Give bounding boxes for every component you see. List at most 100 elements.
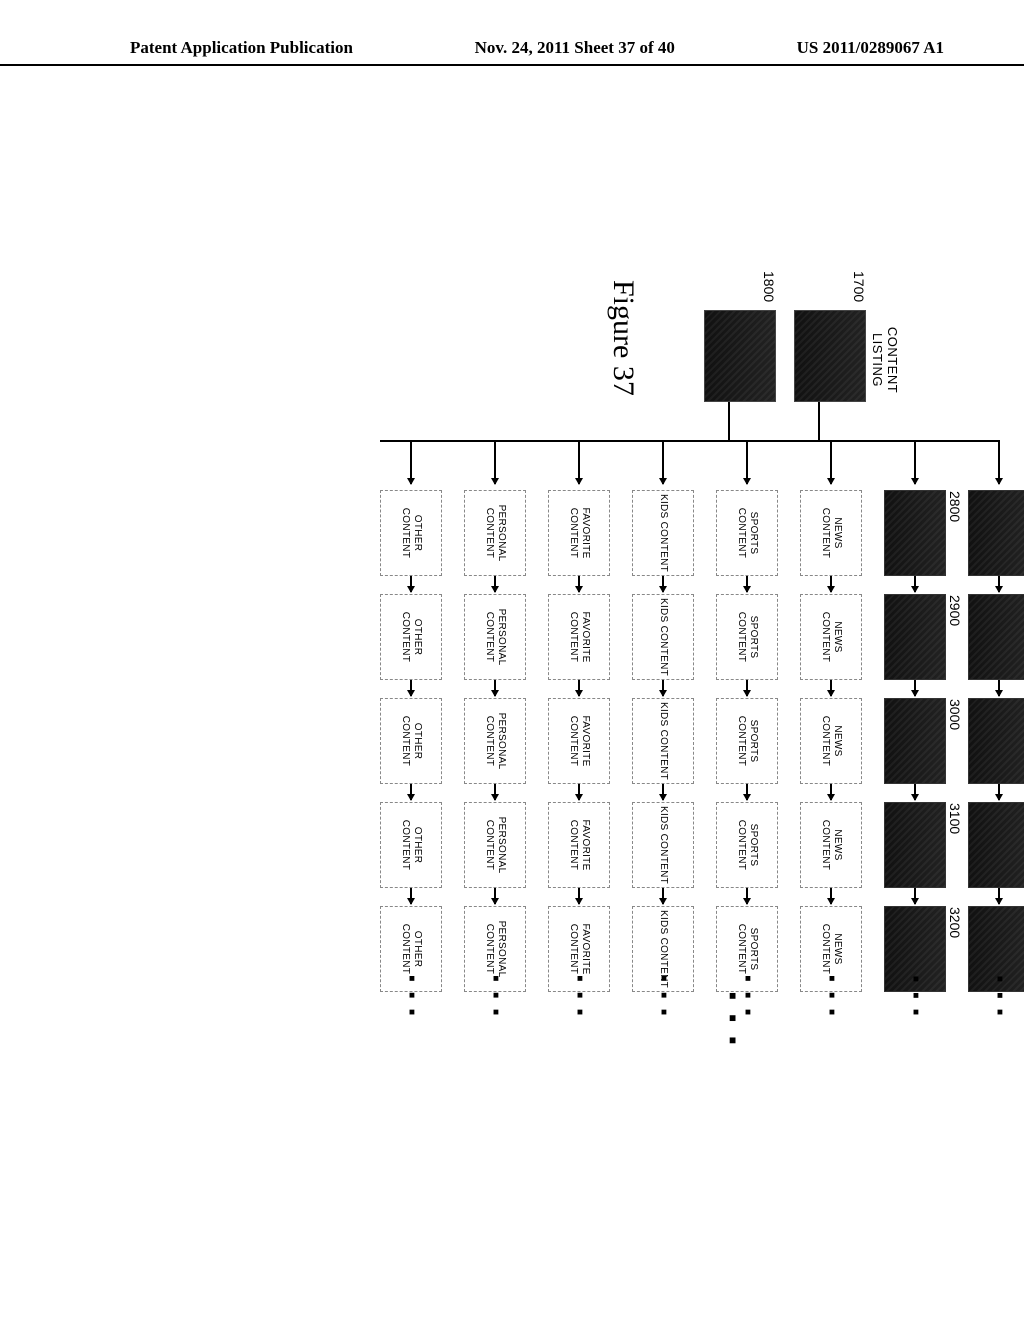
figure-diagram: CONTENT LISTING 1700 1800 Figure 37 ■ ■ … [0,310,1024,990]
thumb-cell: 3100 [884,802,946,888]
arrow-icon [494,576,496,592]
branch-row-3 [746,440,748,484]
row-ellipsis: ■ ■ ■ [910,976,921,1019]
row-ellipsis: ■ ■ ■ [405,975,417,1019]
row-ellipsis: ■ ■ ■ [573,975,585,1019]
category-cell: FAVORITE CONTENT [548,594,610,680]
root-box-bottom: 1800 [704,310,776,402]
arrow-icon [494,888,496,904]
thumb-cell: 2500■ ■ ■ [968,906,1024,992]
arrow-icon [746,888,748,904]
category-cell: OTHER CONTENT [380,698,442,784]
arrow-icon [410,680,412,696]
arrow-icon [410,784,412,800]
category-cell: FAVORITE CONTENT [548,490,610,576]
category-cell-label: PERSONAL CONTENT [483,595,507,679]
category-cell: KIDS CONTENT [632,594,694,680]
category-cell-label: PERSONAL CONTENT [483,803,507,887]
row-ellipsis: ■ ■ ■ [489,975,501,1019]
arrow-icon [998,784,1000,800]
category-cell: KIDS CONTENT [632,802,694,888]
arrow-icon [746,784,748,800]
category-cell-label: SPORTS CONTENT [735,491,759,575]
category-cell-label: FAVORITE CONTENT [567,803,591,887]
row-ellipsis: ■ ■ ■ [741,975,753,1019]
category-cell-label: OTHER CONTENT [399,491,423,575]
row-ellipsis: ■ ■ ■ [657,975,669,1019]
root-column: CONTENT LISTING 1700 1800 [704,310,900,410]
category-cell: OTHER CONTENT [380,802,442,888]
thumb-cell: 2900 [884,594,946,680]
thumb-cell: 2800 [884,490,946,576]
branch-row-7 [410,440,412,484]
category-cell: NEWS CONTENT■ ■ ■ [800,906,862,992]
thumb-cell: 2300 [968,698,1024,784]
category-cell: SPORTS CONTENT■ ■ ■ [716,906,778,992]
ref-number: 3000 [947,699,963,730]
category-cell-label: FAVORITE CONTENT [567,699,591,783]
arrow-icon [830,888,832,904]
branch-row-0 [998,440,1000,484]
category-cell-label: KIDS CONTENT [657,806,669,884]
category-cell: SPORTS CONTENT [716,594,778,680]
arrow-icon [998,888,1000,904]
arrow-icon [914,784,916,800]
category-cell: PERSONAL CONTENT [464,490,526,576]
ref-number: 3100 [947,803,963,834]
category-cell: PERSONAL CONTENT [464,802,526,888]
branch-row-2 [830,440,832,484]
figure-caption: Figure 37 [606,280,640,396]
arrow-icon [914,888,916,904]
arrow-icon [578,888,580,904]
category-cell: KIDS CONTENT [632,698,694,784]
header-center: Nov. 24, 2011 Sheet 37 of 40 [475,38,675,58]
category-cell-label: KIDS CONTENT [657,494,669,572]
spine-line [380,440,1000,442]
category-cell-label: NEWS CONTENT [819,699,843,783]
category-cell-label: KIDS CONTENT [657,598,669,676]
vertical-ellipsis: ■ ■ ■ [725,992,740,1050]
category-cell: FAVORITE CONTENT [548,802,610,888]
page-header: Patent Application Publication Nov. 24, … [0,38,1024,66]
spine-feed-2 [728,402,730,440]
category-cell: FAVORITE CONTENT [548,698,610,784]
arrow-icon [578,784,580,800]
category-cell: OTHER CONTENT [380,490,442,576]
category-cell: KIDS CONTENT [632,490,694,576]
category-cell: KIDS CONTENT■ ■ ■ [632,906,694,992]
branch-row-5 [578,440,580,484]
category-cell-label: FAVORITE CONTENT [567,491,591,575]
category-cell-label: PERSONAL CONTENT [483,491,507,575]
arrow-icon [746,576,748,592]
ref-number: 2900 [947,595,963,626]
thumb-cell: 3200■ ■ ■ [884,906,946,992]
branch-row-1 [914,440,916,484]
arrow-icon [830,576,832,592]
category-cell: PERSONAL CONTENT [464,594,526,680]
arrow-icon [830,784,832,800]
arrow-icon [494,784,496,800]
arrow-icon [578,576,580,592]
category-cell-label: OTHER CONTENT [399,699,423,783]
category-cell-label: KIDS CONTENT [657,702,669,780]
ref-number: 2800 [947,491,963,522]
category-cell-label: OTHER CONTENT [399,595,423,679]
arrow-icon [410,888,412,904]
thumb-cell: 3000 [884,698,946,784]
arrow-icon [494,680,496,696]
thumb-cell: 2100 [968,490,1024,576]
category-cell: SPORTS CONTENT [716,698,778,784]
category-cell-label: NEWS CONTENT [819,595,843,679]
arrow-icon [410,576,412,592]
category-cell: SPORTS CONTENT [716,490,778,576]
root-ref-top: 1700 [851,271,867,302]
arrow-icon [662,680,664,696]
category-cell-label: NEWS CONTENT [819,803,843,887]
root-ref-bottom: 1800 [761,271,777,302]
arrow-icon [578,680,580,696]
ref-number: 3200 [947,907,963,938]
branch-row-4 [662,440,664,484]
arrow-icon [998,576,1000,592]
arrow-icon [914,680,916,696]
category-cell: OTHER CONTENT■ ■ ■ [380,906,442,992]
